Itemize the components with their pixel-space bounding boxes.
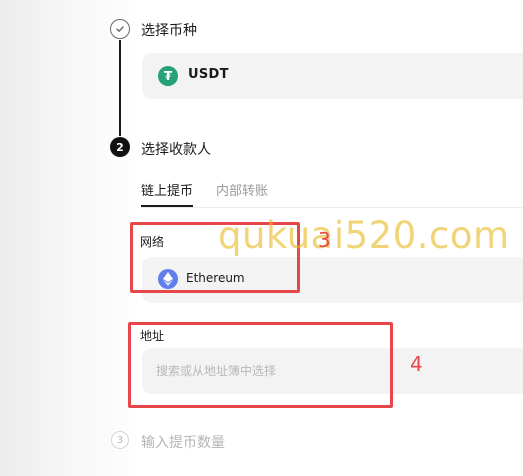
step3-number: 3 bbox=[111, 431, 129, 449]
tab-internal-transfer[interactable]: 内部转账 bbox=[216, 180, 268, 199]
step2-title: 选择收款人 bbox=[141, 142, 211, 158]
active-tab-underline bbox=[141, 205, 193, 207]
tether-icon: ₮ bbox=[158, 66, 178, 86]
step1-check-icon bbox=[110, 19, 130, 39]
step3-title: 输入提币数量 bbox=[141, 435, 225, 451]
checkmark-icon bbox=[116, 26, 124, 32]
coin-selector[interactable]: ₮ USDT bbox=[142, 53, 523, 99]
coin-label: USDT bbox=[188, 67, 229, 82]
annotation-box-address bbox=[128, 322, 393, 408]
step1-title: 选择币种 bbox=[141, 23, 197, 39]
tab-onchain-withdraw[interactable]: 链上提币 bbox=[141, 180, 193, 199]
step2-number: 2 bbox=[110, 137, 130, 157]
annotation-box-network bbox=[130, 222, 300, 293]
annotation-label-3: 3 bbox=[318, 228, 331, 252]
tab-divider bbox=[141, 207, 523, 208]
annotation-label-4: 4 bbox=[410, 352, 423, 376]
step-progress-line bbox=[119, 40, 121, 136]
withdraw-page: 选择币种 ₮ USDT 2 选择收款人 链上提币 内部转账 网络 Ethereu… bbox=[0, 0, 523, 476]
